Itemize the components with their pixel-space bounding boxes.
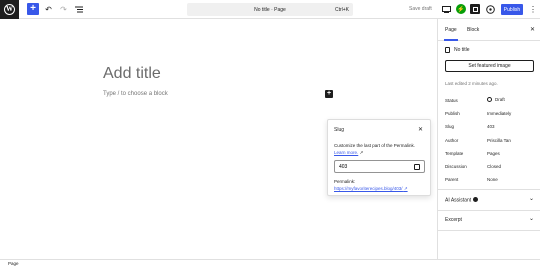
set-featured-image-button[interactable]: Set featured image	[445, 60, 534, 72]
slug-field[interactable]	[334, 160, 425, 173]
meta-label-slug: Slug	[445, 124, 455, 129]
page-summary: No title	[445, 47, 470, 53]
divider	[438, 189, 540, 190]
popover-description: Customize the last part of the Permalink…	[334, 142, 426, 156]
copy-icon[interactable]	[414, 164, 420, 170]
add-block-button[interactable]: +	[27, 3, 39, 15]
discussion-value[interactable]: Closed	[487, 164, 501, 169]
view-icon[interactable]	[441, 4, 451, 14]
author-value[interactable]: Priscilla Tan	[487, 138, 511, 143]
page-title: No title	[454, 47, 470, 53]
divider	[438, 230, 540, 231]
chevron-down-icon[interactable]: ⌄	[529, 215, 534, 222]
status-value[interactable]: Draft	[487, 97, 505, 102]
publish-value[interactable]: Immediately	[487, 111, 511, 116]
status-footer: Page	[0, 259, 540, 267]
slug-popover: Slug ✕ Customize the last part of the Pe…	[327, 119, 431, 196]
panel-title-ai[interactable]: AI Assistant	[445, 198, 471, 204]
permalink-url[interactable]: https://myfavoriterecipes.blog/403/	[334, 186, 403, 191]
learn-more-link[interactable]: Learn more.	[334, 150, 358, 155]
settings-icon[interactable]	[470, 4, 480, 14]
jetpack-icon[interactable]: ⚡	[456, 4, 466, 14]
external-link-icon: ↗	[359, 150, 364, 155]
document-title: No title · Page	[254, 6, 286, 13]
post-title-field[interactable]: Add title	[103, 65, 161, 83]
command-bar[interactable]: No title · Page Ctrl+K	[187, 3, 353, 16]
meta-label-publish: Publish	[445, 111, 460, 116]
more-options-icon[interactable]: ⋮	[528, 4, 538, 14]
top-toolbar: W + ↶ ↷ No title · Page Ctrl+K Save draf…	[0, 0, 540, 19]
chevron-down-icon[interactable]: ⌄	[529, 195, 534, 202]
sidebar-tabs: Page Block ✕	[438, 19, 540, 41]
publish-button[interactable]: Publish	[501, 4, 523, 15]
meta-label-template: Template	[445, 151, 464, 156]
tab-page[interactable]: Page	[444, 27, 458, 41]
slug-input[interactable]	[338, 163, 408, 171]
page-icon	[445, 47, 450, 53]
inline-add-block-button[interactable]: +	[325, 90, 333, 98]
block-appender-hint[interactable]: Type / to choose a block	[103, 91, 168, 97]
divider	[438, 210, 540, 211]
external-link-icon: ↗	[403, 186, 408, 191]
draft-status-icon	[487, 97, 492, 102]
status-text[interactable]: Draft	[495, 97, 505, 102]
popover-title: Slug	[334, 127, 345, 133]
close-icon[interactable]: ✕	[418, 126, 423, 133]
wordpress-logo-icon[interactable]: W	[0, 0, 19, 19]
permalink-label: Permalink:	[334, 179, 356, 184]
tab-block[interactable]: Block	[467, 27, 479, 33]
slug-value[interactable]: 403	[487, 124, 495, 129]
panel-excerpt[interactable]: Excerpt	[445, 217, 462, 223]
meta-label-status: Status	[445, 98, 458, 103]
breadcrumb[interactable]: Page	[8, 261, 19, 266]
ai-icon	[473, 197, 479, 202]
last-edited-text: Last edited 2 minutes ago.	[445, 81, 498, 86]
undo-icon[interactable]: ↶	[43, 4, 54, 15]
redo-icon[interactable]: ↷	[58, 4, 69, 15]
description-text: Customize the last part of the Permalink…	[334, 143, 416, 148]
plugin-icon[interactable]	[485, 4, 495, 14]
shortcut-hint: Ctrl+K	[334, 6, 349, 13]
permalink-link[interactable]: https://myfavoriterecipes.blog/403/ ↗	[334, 186, 408, 192]
meta-label-discussion: Discussion	[445, 164, 467, 169]
save-draft-button[interactable]: Save draft	[409, 6, 432, 12]
meta-label-author: Author	[445, 138, 459, 143]
panel-ai-assistant[interactable]: AI Assistant	[445, 197, 479, 204]
parent-value[interactable]: None	[487, 177, 498, 182]
settings-sidebar: Page Block ✕ No title Set featured image…	[437, 19, 540, 259]
close-icon[interactable]: ✕	[530, 26, 535, 33]
document-overview-icon[interactable]	[73, 4, 84, 15]
template-value[interactable]: Pages	[487, 151, 500, 156]
meta-label-parent: Parent	[445, 177, 459, 182]
